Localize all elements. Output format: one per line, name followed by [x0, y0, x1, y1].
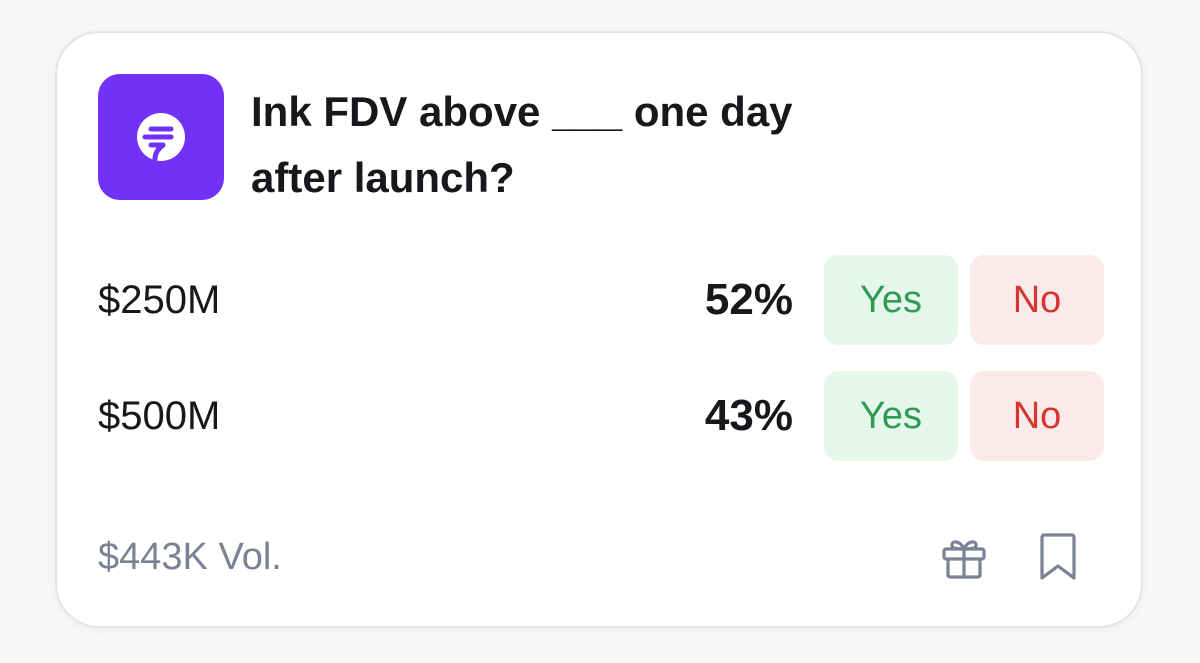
market-logo: [98, 74, 224, 200]
outcome-row: $250M 52% Yes No: [57, 255, 1141, 345]
gift-icon: [942, 540, 986, 579]
volume-text: $443K Vol.: [98, 536, 282, 578]
no-button[interactable]: No: [970, 255, 1104, 345]
outcome-label[interactable]: $500M: [98, 371, 220, 461]
outcome-label[interactable]: $250M: [98, 255, 220, 345]
yes-button[interactable]: Yes: [824, 371, 958, 461]
market-card[interactable]: Ink FDV above ___ one day after launch? …: [55, 31, 1143, 628]
no-button[interactable]: No: [970, 371, 1104, 461]
gift-button[interactable]: [935, 527, 993, 587]
outcome-percent: 52%: [704, 275, 793, 324]
yes-button[interactable]: Yes: [824, 255, 958, 345]
bookmark-icon: [1040, 533, 1076, 580]
ink-logo-icon: [137, 113, 185, 162]
bookmark-button[interactable]: [1029, 527, 1087, 587]
outcome-percent: 43%: [704, 391, 793, 440]
outcome-row: $500M 43% Yes No: [57, 371, 1141, 461]
market-title[interactable]: Ink FDV above ___ one day after launch?: [251, 79, 891, 211]
